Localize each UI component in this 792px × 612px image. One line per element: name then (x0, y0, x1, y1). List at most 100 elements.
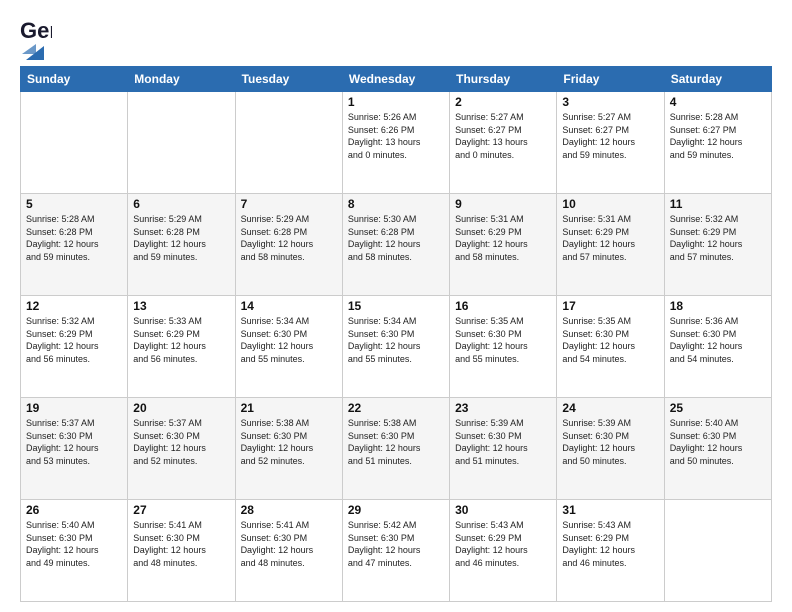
calendar-cell (21, 92, 128, 194)
calendar-cell: 15 Sunrise: 5:34 AM Sunset: 6:30 PM Dayli… (342, 296, 449, 398)
calendar-header-wednesday: Wednesday (342, 67, 449, 92)
day-info: Sunrise: 5:35 AM Sunset: 6:30 PM Dayligh… (455, 315, 551, 365)
day-number: 24 (562, 401, 658, 415)
logo-triangle-icon (22, 42, 44, 60)
calendar-week-row: 26 Sunrise: 5:40 AM Sunset: 6:30 PM Dayli… (21, 500, 772, 602)
calendar-cell: 26 Sunrise: 5:40 AM Sunset: 6:30 PM Dayli… (21, 500, 128, 602)
day-info: Sunrise: 5:29 AM Sunset: 6:28 PM Dayligh… (241, 213, 337, 263)
calendar-cell: 17 Sunrise: 5:35 AM Sunset: 6:30 PM Dayli… (557, 296, 664, 398)
day-info: Sunrise: 5:38 AM Sunset: 6:30 PM Dayligh… (348, 417, 444, 467)
calendar-cell: 5 Sunrise: 5:28 AM Sunset: 6:28 PM Daylig… (21, 194, 128, 296)
day-number: 29 (348, 503, 444, 517)
calendar-cell: 14 Sunrise: 5:34 AM Sunset: 6:30 PM Dayli… (235, 296, 342, 398)
day-info: Sunrise: 5:37 AM Sunset: 6:30 PM Dayligh… (133, 417, 229, 467)
day-number: 11 (670, 197, 766, 211)
day-number: 6 (133, 197, 229, 211)
calendar-cell: 11Sunrise: 5:32 AM Sunset: 6:29 PM Dayli… (664, 194, 771, 296)
calendar-cell: 1Sunrise: 5:26 AM Sunset: 6:26 PM Daylig… (342, 92, 449, 194)
logo-icon: General (20, 18, 52, 44)
calendar-cell: 7 Sunrise: 5:29 AM Sunset: 6:28 PM Daylig… (235, 194, 342, 296)
calendar-cell: 6 Sunrise: 5:29 AM Sunset: 6:28 PM Daylig… (128, 194, 235, 296)
day-info: Sunrise: 5:35 AM Sunset: 6:30 PM Dayligh… (562, 315, 658, 365)
day-info: Sunrise: 5:31 AM Sunset: 6:29 PM Dayligh… (562, 213, 658, 263)
calendar-cell: 12 Sunrise: 5:32 AM Sunset: 6:29 PM Dayli… (21, 296, 128, 398)
day-number: 28 (241, 503, 337, 517)
calendar-cell: 16 Sunrise: 5:35 AM Sunset: 6:30 PM Dayli… (450, 296, 557, 398)
day-info: Sunrise: 5:29 AM Sunset: 6:28 PM Dayligh… (133, 213, 229, 263)
day-number: 10 (562, 197, 658, 211)
calendar-cell: 10 Sunrise: 5:31 AM Sunset: 6:29 PM Dayli… (557, 194, 664, 296)
calendar-cell: 8 Sunrise: 5:30 AM Sunset: 6:28 PM Daylig… (342, 194, 449, 296)
day-number: 5 (26, 197, 122, 211)
day-info: Sunrise: 5:41 AM Sunset: 6:30 PM Dayligh… (241, 519, 337, 569)
calendar-cell: 28 Sunrise: 5:41 AM Sunset: 6:30 PM Dayli… (235, 500, 342, 602)
day-number: 26 (26, 503, 122, 517)
calendar-header-saturday: Saturday (664, 67, 771, 92)
calendar-cell: 2 Sunrise: 5:27 AM Sunset: 6:27 PM Daylig… (450, 92, 557, 194)
day-number: 3 (562, 95, 658, 109)
day-info: Sunrise: 5:40 AM Sunset: 6:30 PM Dayligh… (26, 519, 122, 569)
day-info: Sunrise: 5:41 AM Sunset: 6:30 PM Dayligh… (133, 519, 229, 569)
calendar-cell: 29 Sunrise: 5:42 AM Sunset: 6:30 PM Dayli… (342, 500, 449, 602)
calendar-header-monday: Monday (128, 67, 235, 92)
day-info: Sunrise: 5:27 AM Sunset: 6:27 PM Dayligh… (455, 111, 551, 161)
calendar-header-row: SundayMondayTuesdayWednesdayThursdayFrid… (21, 67, 772, 92)
calendar-cell (664, 500, 771, 602)
calendar-cell: 13 Sunrise: 5:33 AM Sunset: 6:29 PM Dayli… (128, 296, 235, 398)
day-info: Sunrise: 5:43 AM Sunset: 6:29 PM Dayligh… (455, 519, 551, 569)
day-number: 27 (133, 503, 229, 517)
calendar-cell: 25 Sunrise: 5:40 AM Sunset: 6:30 PM Dayli… (664, 398, 771, 500)
day-info: Sunrise: 5:30 AM Sunset: 6:28 PM Dayligh… (348, 213, 444, 263)
day-number: 13 (133, 299, 229, 313)
calendar-cell (235, 92, 342, 194)
calendar-cell: 18 Sunrise: 5:36 AM Sunset: 6:30 PM Dayli… (664, 296, 771, 398)
day-number: 12 (26, 299, 122, 313)
day-number: 14 (241, 299, 337, 313)
day-info: Sunrise: 5:34 AM Sunset: 6:30 PM Dayligh… (241, 315, 337, 365)
day-info: Sunrise: 5:36 AM Sunset: 6:30 PM Dayligh… (670, 315, 766, 365)
day-info: Sunrise: 5:40 AM Sunset: 6:30 PM Dayligh… (670, 417, 766, 467)
day-info: Sunrise: 5:38 AM Sunset: 6:30 PM Dayligh… (241, 417, 337, 467)
calendar-week-row: 5 Sunrise: 5:28 AM Sunset: 6:28 PM Daylig… (21, 194, 772, 296)
day-info: Sunrise: 5:43 AM Sunset: 6:29 PM Dayligh… (562, 519, 658, 569)
day-number: 16 (455, 299, 551, 313)
day-info: Sunrise: 5:32 AM Sunset: 6:29 PM Dayligh… (26, 315, 122, 365)
calendar-week-row: 1Sunrise: 5:26 AM Sunset: 6:26 PM Daylig… (21, 92, 772, 194)
calendar-cell: 31 Sunrise: 5:43 AM Sunset: 6:29 PM Dayli… (557, 500, 664, 602)
day-number: 7 (241, 197, 337, 211)
day-info: Sunrise: 5:28 AM Sunset: 6:28 PM Dayligh… (26, 213, 122, 263)
calendar-cell: 3 Sunrise: 5:27 AM Sunset: 6:27 PM Daylig… (557, 92, 664, 194)
calendar-cell: 27 Sunrise: 5:41 AM Sunset: 6:30 PM Dayli… (128, 500, 235, 602)
page: General SundayMondayTuesdayWednesdayThur… (0, 0, 792, 612)
day-number: 4 (670, 95, 766, 109)
day-info: Sunrise: 5:34 AM Sunset: 6:30 PM Dayligh… (348, 315, 444, 365)
day-number: 23 (455, 401, 551, 415)
day-info: Sunrise: 5:28 AM Sunset: 6:27 PM Dayligh… (670, 111, 766, 161)
day-number: 21 (241, 401, 337, 415)
day-number: 30 (455, 503, 551, 517)
calendar-cell: 23 Sunrise: 5:39 AM Sunset: 6:30 PM Dayli… (450, 398, 557, 500)
day-number: 31 (562, 503, 658, 517)
logo: General (20, 18, 52, 56)
day-info: Sunrise: 5:33 AM Sunset: 6:29 PM Dayligh… (133, 315, 229, 365)
day-number: 2 (455, 95, 551, 109)
day-number: 18 (670, 299, 766, 313)
day-info: Sunrise: 5:42 AM Sunset: 6:30 PM Dayligh… (348, 519, 444, 569)
calendar-cell: 24Sunrise: 5:39 AM Sunset: 6:30 PM Dayli… (557, 398, 664, 500)
day-number: 1 (348, 95, 444, 109)
calendar-header-sunday: Sunday (21, 67, 128, 92)
day-number: 8 (348, 197, 444, 211)
day-number: 19 (26, 401, 122, 415)
calendar-header-friday: Friday (557, 67, 664, 92)
day-number: 17 (562, 299, 658, 313)
calendar-cell: 21 Sunrise: 5:38 AM Sunset: 6:30 PM Dayli… (235, 398, 342, 500)
day-info: Sunrise: 5:31 AM Sunset: 6:29 PM Dayligh… (455, 213, 551, 263)
calendar-table: SundayMondayTuesdayWednesdayThursdayFrid… (20, 66, 772, 602)
calendar-cell: 30 Sunrise: 5:43 AM Sunset: 6:29 PM Dayli… (450, 500, 557, 602)
header: General (20, 18, 772, 56)
day-number: 25 (670, 401, 766, 415)
day-number: 20 (133, 401, 229, 415)
day-info: Sunrise: 5:27 AM Sunset: 6:27 PM Dayligh… (562, 111, 658, 161)
day-info: Sunrise: 5:39 AM Sunset: 6:30 PM Dayligh… (455, 417, 551, 467)
day-number: 15 (348, 299, 444, 313)
